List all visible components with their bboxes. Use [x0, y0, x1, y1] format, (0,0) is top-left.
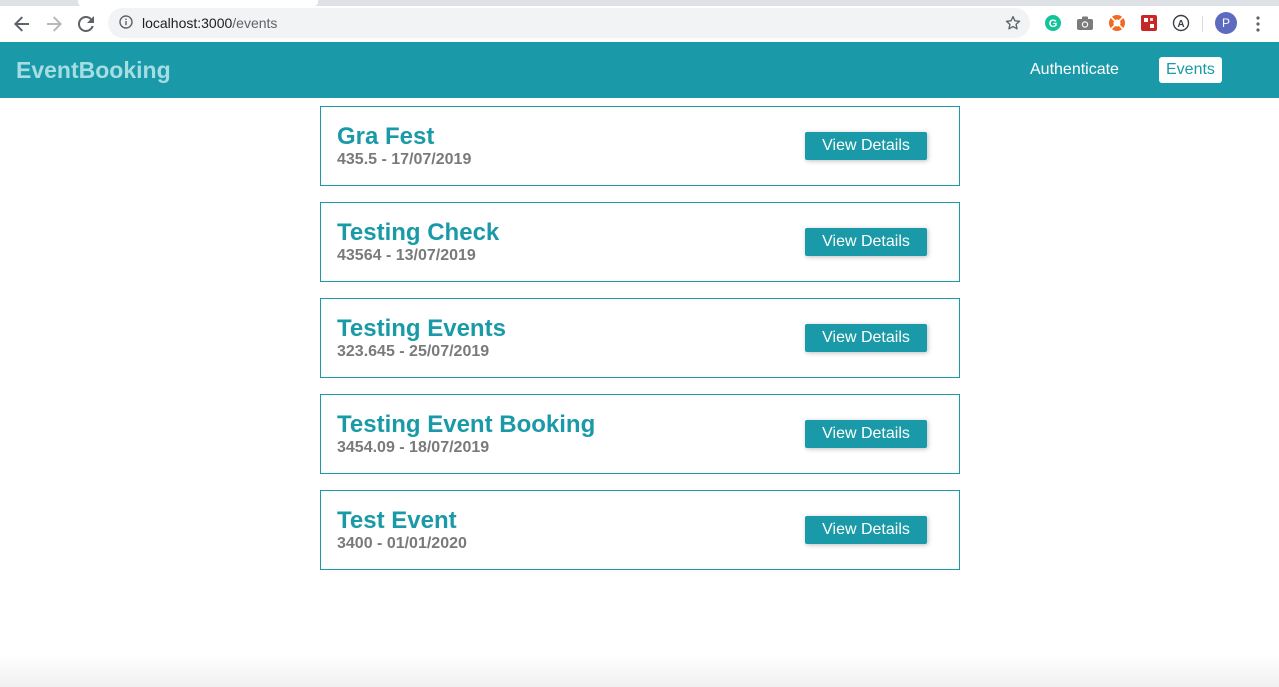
- window-bottom-shadow: [0, 655, 1279, 687]
- event-title: Testing Check: [337, 219, 500, 246]
- event-title: Testing Event Booking: [337, 411, 596, 438]
- back-arrow-icon[interactable]: [8, 10, 36, 38]
- star-icon[interactable]: [1004, 14, 1022, 37]
- toolbar-divider: [1202, 16, 1203, 32]
- extension-orange-icon[interactable]: [1107, 13, 1127, 33]
- event-card: Testing Check 43564 - 13/07/2019 View De…: [320, 202, 960, 282]
- event-price-date: 43564 - 13/07/2019: [337, 247, 476, 264]
- view-details-button[interactable]: View Details: [805, 516, 927, 544]
- event-card: Test Event 3400 - 01/01/2020 View Detail…: [320, 490, 960, 570]
- camera-icon[interactable]: [1075, 13, 1095, 33]
- nav-link-events[interactable]: Events: [1159, 57, 1222, 83]
- event-list: Gra Fest 435.5 - 17/07/2019 View Details…: [320, 106, 960, 586]
- browser-toolbar: localhost:3000/events G A P: [0, 6, 1279, 42]
- svg-text:A: A: [1177, 19, 1184, 30]
- event-card: Testing Events 323.645 - 25/07/2019 View…: [320, 298, 960, 378]
- info-icon[interactable]: [119, 15, 133, 34]
- view-details-button[interactable]: View Details: [805, 228, 927, 256]
- url-host: localhost:3000: [142, 15, 233, 31]
- event-price-date: 323.645 - 25/07/2019: [337, 343, 490, 360]
- view-details-button[interactable]: View Details: [805, 132, 927, 160]
- brand-logo[interactable]: EventBooking: [16, 56, 171, 84]
- more-vert-icon[interactable]: [1248, 12, 1268, 36]
- url-path: /events: [232, 15, 278, 31]
- event-price-date: 3454.09 - 18/07/2019: [337, 439, 490, 456]
- forward-arrow-icon[interactable]: [40, 10, 68, 38]
- profile-avatar[interactable]: P: [1215, 12, 1237, 34]
- address-bar[interactable]: localhost:3000/events: [108, 8, 1030, 38]
- main-navigation: EventBooking Authenticate Events: [0, 42, 1279, 98]
- event-price-date: 3400 - 01/01/2020: [337, 535, 467, 552]
- event-card: Gra Fest 435.5 - 17/07/2019 View Details: [320, 106, 960, 186]
- view-details-button[interactable]: View Details: [805, 420, 927, 448]
- extension-red-icon[interactable]: [1139, 13, 1159, 33]
- svg-text:G: G: [1049, 18, 1058, 30]
- extension-a-icon[interactable]: A: [1171, 13, 1191, 33]
- view-details-button[interactable]: View Details: [805, 324, 927, 352]
- event-title: Testing Events: [337, 315, 506, 342]
- event-title: Test Event: [337, 507, 457, 534]
- event-card: Testing Event Booking 3454.09 - 18/07/20…: [320, 394, 960, 474]
- reload-icon[interactable]: [72, 10, 100, 38]
- url-text: localhost:3000/events: [142, 15, 277, 31]
- event-price-date: 435.5 - 17/07/2019: [337, 151, 472, 168]
- nav-link-authenticate[interactable]: Authenticate: [1023, 57, 1126, 83]
- event-title: Gra Fest: [337, 123, 435, 150]
- grammarly-icon[interactable]: G: [1043, 13, 1063, 33]
